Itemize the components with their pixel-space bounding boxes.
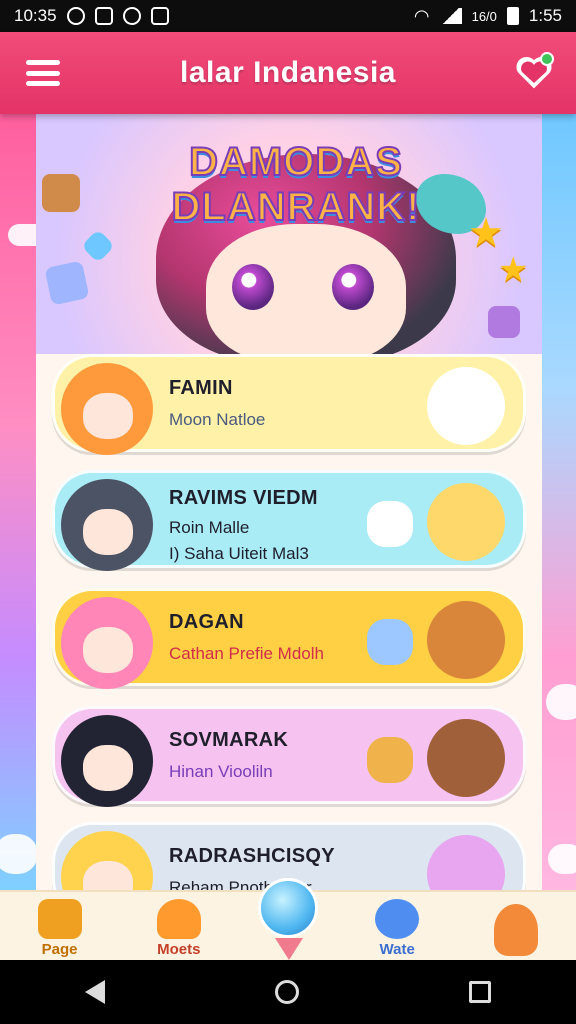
avatar (61, 363, 153, 455)
nav-mascot[interactable] (466, 892, 566, 958)
list-item-name: FAMIN (169, 377, 233, 399)
banner-title: DAMODAS DLANRANK! (171, 139, 421, 230)
balloon-icon (258, 878, 318, 938)
list-item[interactable]: FAMIN Moon Natloe (52, 354, 526, 455)
cloud-decoration (0, 834, 38, 874)
background-left (0, 114, 48, 890)
home-icon (37, 899, 82, 939)
star-icon (375, 899, 420, 939)
potion-icon (44, 260, 90, 306)
mascot-icon (427, 835, 505, 890)
balloon-tail (275, 938, 303, 960)
list-item[interactable]: RAVIMS VIEDM Roin Malle I) Saha Uiteit M… (52, 470, 526, 571)
app-title: lalar Indanesia (180, 56, 396, 89)
signal-text: 16/0 (471, 8, 497, 24)
background-right (542, 114, 576, 890)
main-panel: DAMODAS DLANRANK! ★ ★ FAMIN Moon Natloe … (36, 114, 542, 890)
wifi-icon: ◠ (413, 5, 430, 26)
list-item-text: FAMIN Moon Natloe (169, 377, 409, 430)
list-item[interactable]: DAGAN Cathan Prefie Mdolh (52, 588, 526, 689)
nav-label: Page (41, 941, 78, 958)
list-item[interactable]: SOVMARAK Hinan Viooliln (52, 706, 526, 807)
gem-icon (81, 229, 115, 263)
pause-icon (66, 7, 85, 25)
recent-apps-icon[interactable] (469, 981, 491, 1003)
list-item-name: RADRASHCISQY (169, 845, 335, 867)
sync-icon (122, 7, 141, 25)
app-bar: lalar Indanesia (0, 32, 576, 114)
nav-label: Moets (157, 941, 201, 958)
avatar (61, 597, 153, 689)
hero-eye-left (232, 264, 274, 310)
mascot-icon (494, 904, 539, 956)
mascot-icon (427, 483, 505, 561)
home-circle-icon[interactable] (275, 980, 299, 1004)
battery-icon (506, 7, 519, 25)
nav-wate[interactable]: Wate (347, 892, 447, 958)
nav-page[interactable]: Page (10, 892, 110, 958)
mascot-icon (427, 601, 505, 679)
list-item-subtitle: Moon Natloe (169, 410, 266, 429)
hero-eye-right (332, 264, 374, 310)
nav-label: Wate (379, 941, 415, 958)
list-item-subtitle-2: I) Saha Uiteit Mal3 (169, 544, 309, 563)
status-time-left: 10:35 (14, 6, 57, 25)
hamburger-menu-icon[interactable] (26, 56, 60, 90)
status-time-right: 1:55 (528, 6, 562, 25)
bunny-icon (367, 501, 413, 547)
cookie-icon (367, 737, 413, 783)
status-bar: 10:35 ◠ 16/0 1:55 (0, 0, 576, 32)
center-action-button[interactable] (258, 878, 320, 960)
avatar (61, 479, 153, 571)
photo-icon (150, 7, 169, 25)
status-left: 10:35 (14, 6, 169, 26)
hero-banner[interactable]: DAMODAS DLANRANK! ★ ★ (36, 114, 542, 364)
cloud-decoration (548, 844, 576, 874)
heart-icon (156, 899, 201, 939)
star-icon: ★ (498, 251, 529, 289)
mascot-icon (427, 719, 505, 797)
gift-icon (367, 619, 413, 665)
signal-icon (439, 8, 462, 24)
image-icon (94, 7, 113, 25)
dice-icon (488, 306, 520, 338)
nav-moets[interactable]: Moets (129, 892, 229, 958)
heart-notification-icon[interactable] (514, 52, 554, 92)
cloud-decoration (546, 684, 576, 720)
avatar (61, 715, 153, 807)
back-icon[interactable] (85, 980, 105, 1004)
system-navigation-bar (0, 960, 576, 1024)
status-right: ◠ 16/0 1:55 (414, 6, 562, 27)
cookie-icon (42, 174, 80, 212)
avatar (61, 831, 153, 890)
notification-dot (540, 52, 554, 66)
mascot-icon (427, 367, 505, 445)
